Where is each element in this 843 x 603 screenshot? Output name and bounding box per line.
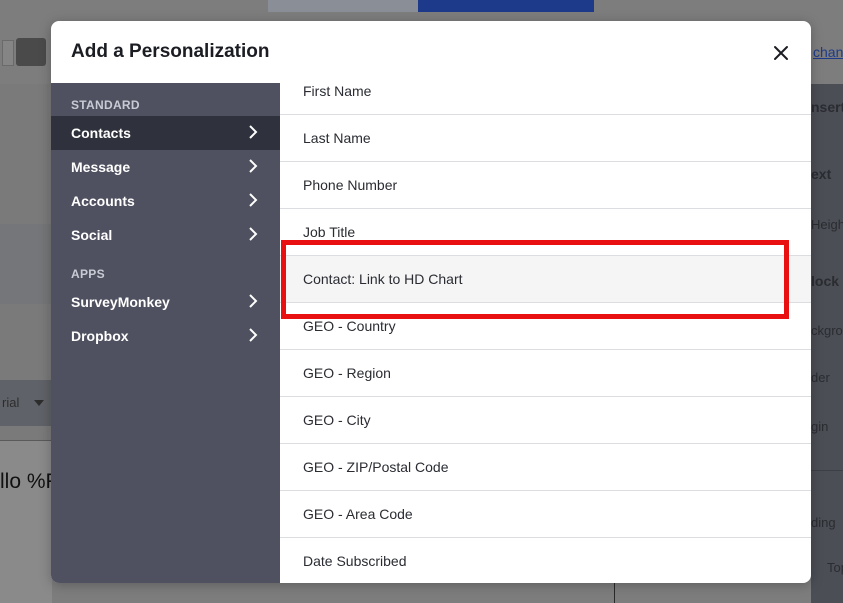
sidebar-item-label: Message	[71, 159, 131, 175]
right-panel-label: der	[811, 370, 830, 385]
background-tab	[268, 0, 418, 12]
close-button[interactable]	[767, 39, 795, 67]
category-sidebar: STANDARD Contacts Message Accounts Socia…	[51, 83, 280, 583]
list-item-label: Last Name	[303, 130, 371, 146]
list-item-label: GEO - Country	[303, 318, 396, 334]
background-band	[0, 224, 52, 304]
sidebar-section-apps: APPS	[71, 267, 105, 281]
list-item-label: GEO - Region	[303, 365, 391, 381]
sidebar-item-accounts[interactable]: Accounts	[51, 184, 280, 218]
font-select-value: rial	[2, 395, 20, 410]
chevron-right-icon	[249, 159, 258, 173]
chevron-right-icon	[249, 227, 258, 241]
background-stepper	[2, 40, 14, 66]
background-canvas	[0, 440, 52, 603]
sidebar-item-label: Social	[71, 227, 113, 243]
right-panel-label: Top	[827, 560, 843, 575]
list-item-job-title[interactable]: Job Title	[280, 209, 811, 256]
sidebar-item-social[interactable]: Social	[51, 218, 280, 252]
list-item-label: Contact: Link to HD Chart	[303, 271, 463, 287]
chevron-right-icon	[249, 294, 258, 308]
list-item-geo-region[interactable]: GEO - Region	[280, 350, 811, 397]
modal-title: Add a Personalization	[71, 41, 270, 62]
sidebar-item-message[interactable]: Message	[51, 150, 280, 184]
background-color-swatch	[16, 38, 46, 66]
caret-down-icon	[34, 400, 44, 406]
background-canvas-text: llo %F	[0, 470, 59, 493]
right-panel-label: gin	[811, 419, 829, 434]
sidebar-item-contacts[interactable]: Contacts	[51, 116, 280, 150]
list-item-label: GEO - City	[303, 412, 371, 428]
background-divider	[614, 583, 615, 603]
right-panel-label: nsert	[811, 99, 843, 115]
list-item-first-name[interactable]: First Name	[280, 68, 811, 115]
list-item-date-subscribed[interactable]: Date Subscribed	[280, 538, 811, 583]
background-font-select: rial	[0, 380, 52, 426]
list-item-label: GEO - ZIP/Postal Code	[303, 459, 449, 475]
personalization-list: First Name Last Name Phone Number Job Ti…	[280, 83, 811, 583]
right-panel-label: lock	[811, 273, 840, 289]
list-item-geo-zip[interactable]: GEO - ZIP/Postal Code	[280, 444, 811, 491]
chevron-right-icon	[249, 193, 258, 207]
sidebar-section-standard: STANDARD	[71, 98, 140, 112]
chevron-right-icon	[249, 125, 258, 139]
background-right-link: chan	[813, 44, 843, 60]
right-panel-label: Heigh	[811, 217, 843, 232]
background-top-bar	[0, 0, 843, 14]
list-item-contact-link-hd-chart[interactable]: Contact: Link to HD Chart	[280, 256, 811, 303]
list-item-geo-area-code[interactable]: GEO - Area Code	[280, 491, 811, 538]
sidebar-item-surveymonkey[interactable]: SurveyMonkey	[51, 285, 280, 319]
list-item-geo-country[interactable]: GEO - Country	[280, 303, 811, 350]
list-item-geo-city[interactable]: GEO - City	[280, 397, 811, 444]
list-item-last-name[interactable]: Last Name	[280, 115, 811, 162]
close-icon	[774, 46, 788, 60]
sidebar-item-label: SurveyMonkey	[71, 294, 170, 310]
list-item-label: Phone Number	[303, 177, 398, 193]
right-panel-label: ext	[811, 166, 832, 182]
sidebar-item-label: Dropbox	[71, 328, 129, 344]
right-panel-label: ding	[811, 515, 836, 530]
list-item-label: First Name	[303, 83, 372, 99]
right-panel-label: ckgrou	[811, 323, 843, 338]
list-item-phone-number[interactable]: Phone Number	[280, 162, 811, 209]
sidebar-item-dropbox[interactable]: Dropbox	[51, 319, 280, 353]
list-item-label: Date Subscribed	[303, 553, 407, 569]
list-item-label: Job Title	[303, 224, 356, 240]
sidebar-item-label: Contacts	[71, 125, 131, 141]
personalization-modal: Add a Personalization STANDARD Contacts …	[51, 21, 811, 583]
sidebar-item-label: Accounts	[71, 193, 135, 209]
background-active-tab	[418, 0, 594, 12]
list-item-label: GEO - Area Code	[303, 506, 413, 522]
chevron-right-icon	[249, 328, 258, 342]
